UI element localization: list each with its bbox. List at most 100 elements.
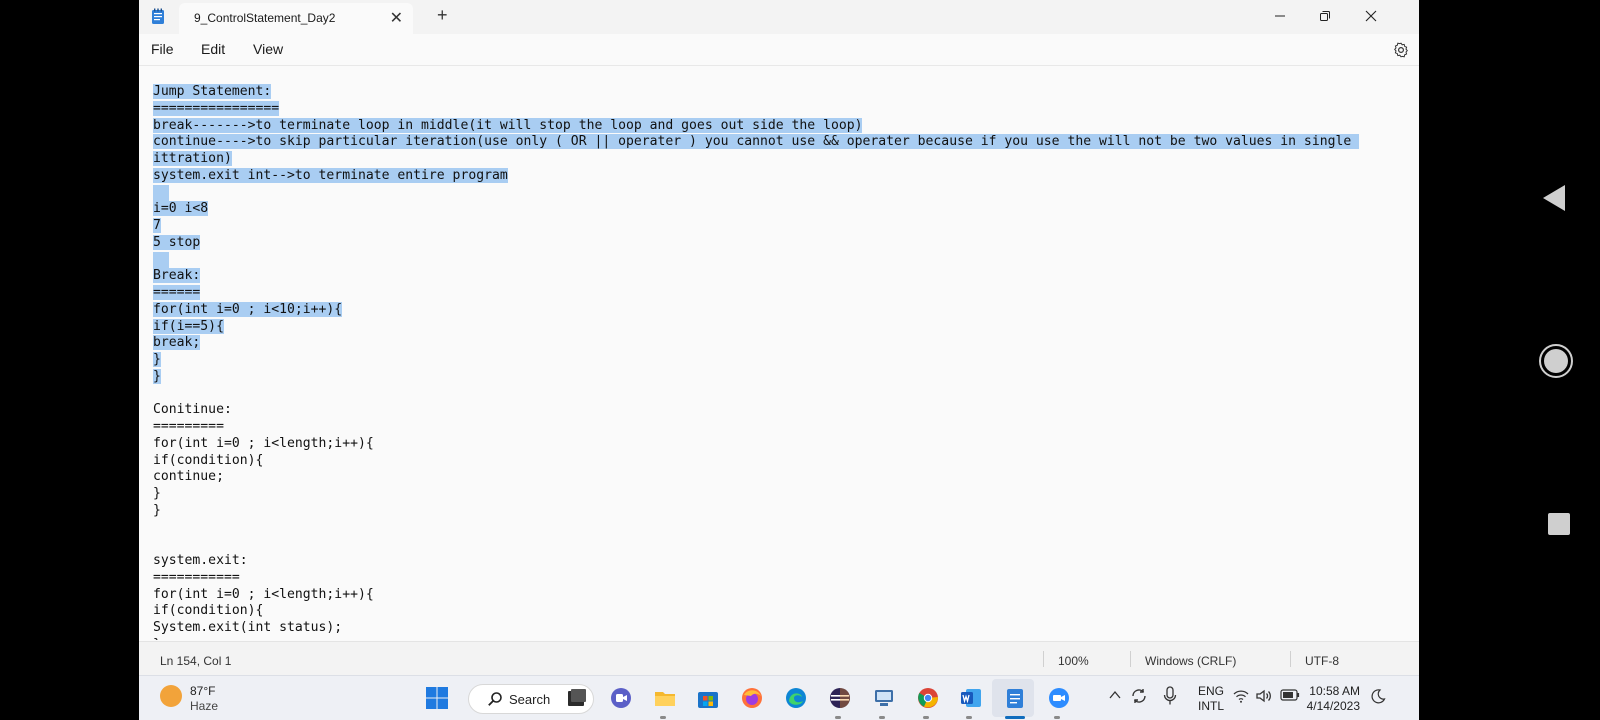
line-content: continue; (153, 469, 224, 485)
selected-text-line: 5 stop (153, 234, 1359, 252)
line-content: break; (153, 335, 201, 351)
text-line (153, 536, 1359, 553)
running-indicator (1054, 716, 1060, 719)
microphone-icon[interactable] (1163, 686, 1177, 706)
selected-text-line (153, 251, 1359, 269)
line-content: } (153, 368, 161, 384)
volume-icon[interactable] (1255, 687, 1273, 705)
status-bar: Ln 154, Col 1 100% Windows (CRLF) UTF-8 (139, 641, 1419, 675)
back-triangle-icon[interactable] (1541, 183, 1567, 213)
keyboard-layout[interactable]: INTL (1198, 699, 1224, 713)
moon-icon[interactable] (1370, 688, 1386, 704)
line-content: Break: (153, 268, 201, 284)
menu-file[interactable]: File (151, 41, 174, 57)
selected-text-line: system.exit int-->to terminate entire pr… (153, 167, 1359, 185)
line-content: continue---->to skip particular iteratio… (153, 134, 1360, 150)
status-divider (1130, 651, 1131, 667)
weather-sun-icon[interactable] (160, 685, 182, 707)
line-content: System.exit(int status); (153, 620, 343, 635)
sync-icon[interactable] (1130, 687, 1148, 705)
text-line (153, 520, 1359, 537)
selected-text-line: ====== (153, 285, 1359, 302)
weather-condition[interactable]: Haze (190, 699, 218, 713)
active-indicator (1005, 716, 1025, 719)
restore-icon (1320, 11, 1330, 21)
line-content: ====== (153, 285, 201, 300)
selected-text-line: break; (153, 335, 1359, 352)
status-divider (1290, 651, 1291, 667)
eclipse-icon[interactable] (828, 686, 852, 710)
tab-close-icon[interactable]: ✕ (390, 8, 403, 28)
wifi-icon[interactable] (1233, 688, 1249, 704)
battery-icon[interactable] (1280, 689, 1300, 701)
firefox-icon[interactable] (740, 686, 764, 710)
text-line: for(int i=0 ; i<length;i++){ (153, 587, 1359, 604)
text-line: System.exit(int status); (153, 620, 1359, 637)
encoding[interactable]: UTF-8 (1305, 654, 1339, 668)
clock-date[interactable]: 4/14/2023 (1298, 699, 1360, 713)
new-tab-button[interactable]: + (437, 5, 448, 26)
document-tab[interactable]: 9_ControlStatement_Day2 ✕ (179, 3, 413, 34)
zoom-icon[interactable] (1047, 686, 1071, 710)
selected-text-line: Break: (153, 268, 1359, 285)
language-indicator[interactable]: ENG (1198, 684, 1224, 698)
text-line: continue; (153, 469, 1359, 486)
minimize-button[interactable] (1257, 3, 1303, 29)
line-content: for(int i=0 ; i<length;i++){ (153, 435, 374, 451)
notepad-window: 9_ControlStatement_Day2 ✕ + File Edit Vi… (139, 0, 1419, 720)
line-content: Jump Statement: (153, 84, 272, 99)
selected-text-line: for(int i=0 ; i<10;i++){ (153, 301, 1359, 319)
line-content: i=0 i<8 (153, 201, 209, 217)
menu-view[interactable]: View (253, 41, 283, 57)
word-icon[interactable] (959, 686, 983, 710)
close-icon (1365, 10, 1377, 22)
search-icon (488, 692, 502, 706)
search-label: Search (509, 692, 551, 707)
text-line: system.exit: (153, 553, 1359, 570)
selected-text-line (153, 184, 1359, 202)
chevron-up-icon[interactable] (1108, 688, 1122, 702)
text-line: } (153, 503, 1359, 520)
line-content: } (153, 637, 161, 640)
selected-text-line: } (153, 352, 1359, 369)
text-editor[interactable]: Jump Statement: ================ break----… (139, 66, 1407, 640)
text-line: } (153, 637, 1359, 640)
line-content: 5 stop (153, 234, 201, 250)
running-indicator (966, 716, 972, 719)
close-window-button[interactable] (1348, 3, 1394, 29)
task-view-icon[interactable] (565, 686, 589, 710)
text-line: for(int i=0 ; i<length;i++){ (153, 436, 1359, 453)
file-explorer-icon[interactable] (653, 686, 677, 710)
running-indicator (879, 716, 885, 719)
restore-button[interactable] (1302, 3, 1348, 29)
text-line (153, 386, 1359, 403)
menu-edit[interactable]: Edit (201, 41, 225, 57)
selected-text-line: i=0 i<8 (153, 201, 1359, 218)
line-content: break------->to terminate loop in middle… (153, 117, 863, 133)
selected-text-line: Jump Statement: (153, 84, 1359, 101)
editor-text: Jump Statement: ================ break----… (153, 84, 1360, 640)
selected-text-line: ================ (153, 100, 1359, 118)
notepad-icon[interactable] (1003, 686, 1027, 710)
gear-icon[interactable] (1393, 42, 1409, 58)
edge-icon[interactable] (784, 686, 808, 710)
meet-icon[interactable] (609, 686, 633, 710)
home-circle-icon[interactable] (1538, 343, 1574, 379)
cursor-position: Ln 154, Col 1 (160, 654, 232, 668)
notepad-app-icon (152, 8, 164, 24)
selected-text-line: ittration) (153, 151, 1359, 168)
clock-time[interactable]: 10:58 AM (1298, 684, 1360, 698)
microsoft-store-icon[interactable] (696, 686, 720, 710)
recent-apps-square-icon[interactable] (1547, 512, 1571, 536)
title-bar: 9_ControlStatement_Day2 ✕ + (139, 0, 1419, 34)
windows-start-icon[interactable] (425, 686, 449, 710)
selected-text-line: break------->to terminate loop in middle… (153, 117, 1359, 135)
line-ending[interactable]: Windows (CRLF) (1145, 654, 1236, 668)
chrome-icon[interactable] (916, 686, 940, 710)
selected-text-line: } (153, 368, 1359, 386)
network-app-icon[interactable] (872, 686, 896, 710)
zoom-level[interactable]: 100% (1058, 654, 1089, 668)
running-indicator (835, 716, 841, 719)
weather-temperature[interactable]: 87°F (190, 684, 215, 698)
line-content: } (153, 486, 161, 501)
